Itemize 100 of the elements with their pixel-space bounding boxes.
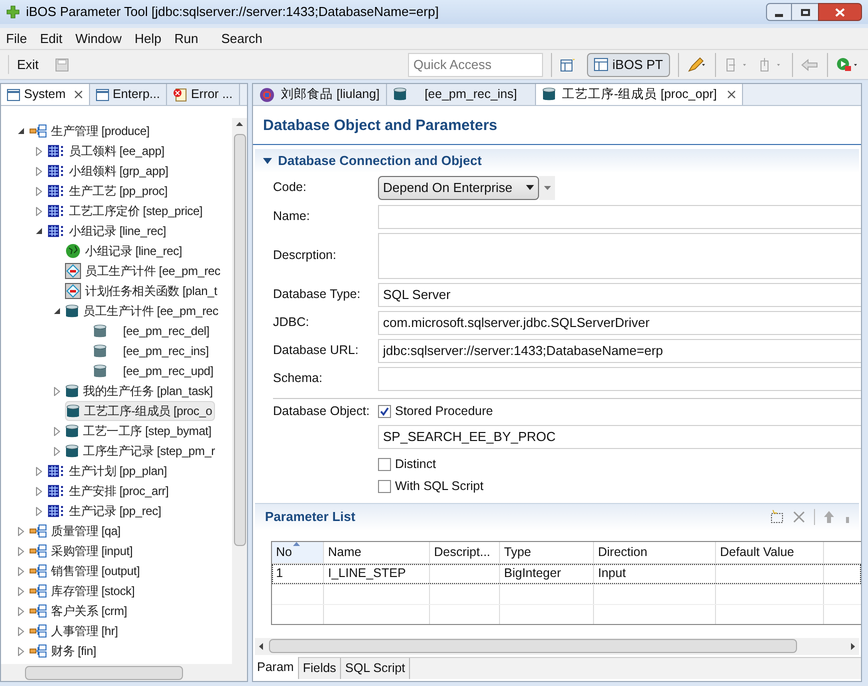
expand-arrow-icon[interactable] [35, 466, 43, 476]
exit-button[interactable]: Exit [8, 54, 43, 74]
collapse-arrow-icon[interactable] [53, 307, 61, 315]
editor-tab[interactable]: [ee_pm_rec_ins] [386, 84, 536, 105]
expand-arrow-icon[interactable] [17, 526, 25, 536]
close-icon[interactable] [726, 90, 736, 99]
tree-item[interactable]: 工艺工序-组成员 [proc_o [65, 401, 216, 421]
expand-arrow-icon[interactable] [35, 506, 43, 516]
table-cell-text: Input [598, 565, 626, 582]
editor-tab[interactable]: 刘郎食品 [liulang] [253, 84, 387, 105]
input-field[interactable]: SP_SEARCH_EE_BY_PROC [378, 424, 861, 448]
tree-item[interactable]: 生产记录 [pp_rec] [47, 501, 164, 521]
collapse-arrow-icon[interactable] [17, 127, 25, 135]
tree-item[interactable]: 小组记录 [line_rec] [47, 221, 168, 241]
expand-arrow-icon[interactable] [35, 166, 43, 176]
minimize-button[interactable] [766, 3, 792, 21]
menu-item[interactable]: File [6, 28, 27, 48]
tree-item[interactable]: 员工生产计件 [ee_pm_rec [65, 301, 220, 321]
menu-item[interactable]: Edit [40, 28, 62, 48]
checkbox[interactable]: With SQL Script [378, 476, 861, 498]
tree-item[interactable]: 人事管理 [hr] [29, 621, 120, 641]
delete-icon[interactable] [792, 510, 806, 524]
tree-item[interactable]: 工艺工序定价 [step_price] [47, 201, 205, 221]
left-arrow-icon[interactable] [259, 642, 263, 650]
scrollbar[interactable] [232, 118, 247, 664]
up-arrow-icon[interactable] [236, 122, 243, 126]
save-icon[interactable] [54, 58, 69, 72]
close-button[interactable] [818, 3, 862, 21]
tree-item[interactable]: 销售管理 [output] [29, 561, 142, 581]
page-tab[interactable]: Param [253, 656, 299, 678]
back-arrow-icon[interactable] [801, 58, 819, 72]
expand-arrow-icon[interactable] [53, 446, 61, 456]
tree-item[interactable]: 小组记录 [line_rec] [65, 241, 184, 261]
expand-arrow-icon[interactable] [35, 486, 43, 496]
tree-item[interactable]: [ee_pm_rec_ins] [83, 341, 211, 361]
expand-arrow-icon[interactable] [17, 626, 25, 636]
tree-item[interactable]: 采购管理 [input] [29, 541, 135, 561]
input-field[interactable]: SQL Server [378, 282, 861, 306]
expand-arrow-icon[interactable] [17, 606, 25, 616]
run-icon[interactable] [836, 56, 860, 72]
expand-arrow-icon[interactable] [17, 546, 25, 556]
menu-item[interactable]: Help [134, 28, 162, 48]
input-field[interactable]: com.microsoft.sqlserver.jdbc.SQLServerDriver [378, 310, 861, 334]
tree-item[interactable]: 计划任务相关函数 [plan_t [65, 281, 220, 301]
expand-arrow-icon[interactable] [17, 586, 25, 596]
menu-item[interactable]: Search [221, 28, 262, 48]
panel-tab[interactable]: System [1, 84, 90, 105]
input-field[interactable] [378, 366, 861, 390]
new-window-icon[interactable] [560, 57, 576, 72]
menu-item[interactable]: Run [174, 28, 198, 48]
input-field[interactable] [378, 204, 861, 228]
dropdown-arrow-button[interactable] [539, 176, 555, 200]
expand-arrow-icon[interactable] [35, 186, 43, 196]
section-header[interactable]: Database Connection and Object [255, 148, 859, 172]
tree-item[interactable]: 财务 [fin] [29, 641, 98, 661]
input-field[interactable]: jdbc:sqlserver://server:1433;DatabaseName=erp [378, 338, 861, 362]
database-icon [66, 404, 80, 418]
close-icon[interactable] [74, 90, 83, 99]
table-icon [47, 464, 65, 478]
tree-item[interactable]: 库存管理 [stock] [29, 581, 137, 601]
tree-item[interactable]: [ee_pm_rec_del] [83, 321, 212, 341]
tree-item[interactable]: 客户关系 [crm] [29, 601, 129, 621]
tree-item[interactable]: 员工生产计件 [ee_pm_rec [65, 261, 222, 281]
expand-arrow-icon[interactable] [17, 646, 25, 656]
expand-arrow-icon[interactable] [35, 206, 43, 216]
tree-item[interactable]: 员工领料 [ee_app] [47, 141, 166, 161]
table-icon [47, 144, 65, 158]
add-icon[interactable] [770, 510, 784, 524]
column-header[interactable]: No [272, 542, 324, 562]
panel-tab[interactable]: Enterp... [90, 84, 167, 105]
tree-item[interactable]: 生产安排 [proc_arr] [47, 481, 171, 501]
panel-tab[interactable]: Error ... [166, 84, 240, 105]
tree-item[interactable]: 工序生产记录 [step_pm_r [65, 441, 217, 461]
perspective-button[interactable]: iBOS PT [587, 52, 670, 76]
pen-icon[interactable] [687, 56, 707, 72]
expand-arrow-icon[interactable] [35, 146, 43, 156]
tree-item[interactable]: [ee_pm_rec_upd] [83, 361, 216, 381]
tree-item[interactable]: 生产计划 [pp_plan] [47, 461, 169, 481]
tree-item[interactable]: 工艺一工序 [step_bymat] [65, 421, 214, 441]
menu-item[interactable]: Window [75, 28, 122, 48]
tree-item[interactable]: 生产工艺 [pp_proc] [47, 181, 170, 201]
quick-access-field[interactable]: Quick Access [408, 52, 544, 76]
expand-arrow-icon[interactable] [53, 386, 61, 396]
tree-item[interactable]: 质量管理 [qa] [29, 521, 123, 541]
maximize-button[interactable] [792, 3, 818, 21]
database-icon [65, 304, 79, 318]
tree-item[interactable]: 小组领料 [grp_app] [47, 161, 170, 181]
tree-item[interactable]: 生产管理 [produce] [29, 121, 152, 141]
checkbox[interactable]: Distinct [378, 454, 861, 476]
code-dropdown[interactable]: Depend On Enterprise [378, 176, 539, 200]
checkbox[interactable]: Stored Procedure [378, 400, 493, 422]
collapse-arrow-icon[interactable] [35, 227, 43, 235]
expand-arrow-icon[interactable] [17, 566, 25, 576]
tree-item[interactable]: 我的生产任务 [plan_task] [65, 381, 215, 401]
expand-arrow-icon[interactable] [53, 426, 61, 436]
right-arrow-icon[interactable] [851, 642, 855, 650]
horizontal-scrollbar[interactable] [255, 638, 859, 654]
editor-tab[interactable]: 工艺工序-组成员 [proc_opr] [536, 84, 743, 105]
table-row[interactable]: 1 I_LINE_STEP BigInteger Input [272, 564, 861, 584]
horizontal-scrollbar[interactable] [1, 664, 247, 681]
